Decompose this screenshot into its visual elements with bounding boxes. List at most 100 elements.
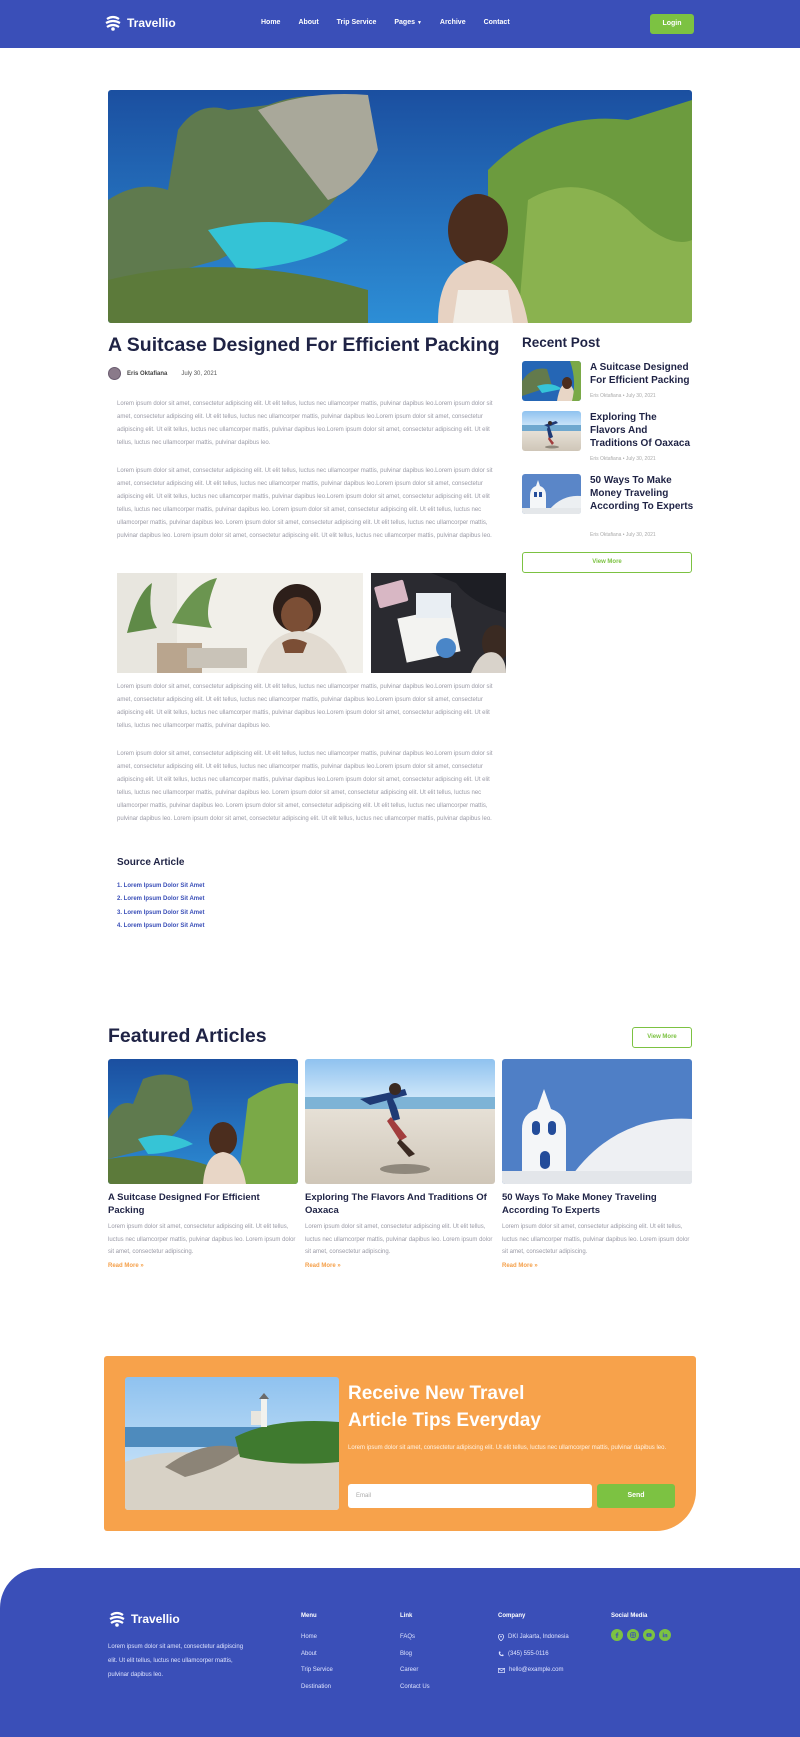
office-photo-woman xyxy=(117,573,363,673)
source-link-4[interactable]: 4. Lorem Ipsum Dolor Sit Amet xyxy=(117,920,204,933)
phone-icon xyxy=(498,1651,504,1656)
article-meta: Eris Oktafiana July 30, 2021 xyxy=(108,367,217,380)
source-link-2[interactable]: 2. Lorem Ipsum Dolor Sit Amet xyxy=(117,893,204,906)
facebook-icon[interactable] xyxy=(611,1629,623,1641)
footer-brand-name: Travellio xyxy=(131,1612,180,1626)
newsletter-email-input[interactable]: Email xyxy=(348,1484,592,1508)
location-pin-icon xyxy=(498,1633,504,1641)
article-paragraph-3: Lorem ipsum dolor sit amet, consectetur … xyxy=(117,684,493,729)
footer-link[interactable]: Career xyxy=(400,1662,430,1679)
featured-view-more-button[interactable]: View More xyxy=(632,1027,692,1048)
featured-card[interactable]: A Suitcase Designed For Efficient Packin… xyxy=(108,1059,298,1269)
nav-pages-label: Pages xyxy=(394,19,415,26)
featured-card-text: Lorem ipsum dolor sit amet, consectetur … xyxy=(108,1224,296,1255)
featured-card-text: Lorem ipsum dolor sit amet, consectetur … xyxy=(305,1224,493,1255)
recent-post-thumbnail[interactable] xyxy=(522,411,581,451)
office-photo-documents xyxy=(371,573,506,673)
newsletter-image xyxy=(125,1377,339,1510)
footer-email[interactable]: hello@example.com xyxy=(498,1662,569,1679)
hero-image xyxy=(108,90,692,323)
recent-post-title[interactable]: A Suitcase Designed For Efficient Packin… xyxy=(590,361,694,387)
nav-home[interactable]: Home xyxy=(261,19,280,26)
recent-post-thumbnail[interactable] xyxy=(522,474,581,514)
footer-link-column: Link FAQs Blog Career Contact Us xyxy=(400,1613,430,1695)
recent-post-meta: Eris Oktafiana • July 30, 2021 xyxy=(590,532,656,538)
nav-archive[interactable]: Archive xyxy=(440,19,466,26)
footer-menu-link[interactable]: Destination xyxy=(301,1679,333,1696)
footer-phone[interactable]: (345) 555-0116 xyxy=(498,1646,569,1663)
linkedin-icon[interactable] xyxy=(659,1629,671,1641)
brand-logo[interactable]: Travellio xyxy=(104,14,176,32)
nav-about[interactable]: About xyxy=(298,19,318,26)
featured-card-image[interactable] xyxy=(108,1059,298,1184)
recent-post-item[interactable]: 50 Ways To Make Money Traveling Accordin… xyxy=(522,474,694,544)
footer-address-text: DKI Jakarta, Indonesia xyxy=(508,1634,569,1640)
recent-post-meta: Eris Oktafiana • July 30, 2021 xyxy=(590,393,656,399)
sidebar-view-more-button[interactable]: View More xyxy=(522,552,692,573)
featured-card-text: Lorem ipsum dolor sit amet, consectetur … xyxy=(502,1224,690,1255)
recent-post-heading: Recent Post xyxy=(522,335,601,350)
read-more-link[interactable]: Read More » xyxy=(502,1263,692,1269)
article-paragraph-1: Lorem ipsum dolor sit amet, consectetur … xyxy=(117,401,493,446)
brand-name: Travellio xyxy=(127,16,176,30)
newsletter-text: Lorem ipsum dolor sit amet, consectetur … xyxy=(348,1445,667,1451)
nav-trip-service[interactable]: Trip Service xyxy=(337,19,377,26)
footer-email-text: hello@example.com xyxy=(509,1667,564,1673)
recent-post-meta: Eris Oktafiana • July 30, 2021 xyxy=(590,456,656,462)
youtube-icon[interactable] xyxy=(643,1629,655,1641)
source-article-heading: Source Article xyxy=(117,857,185,868)
newsletter-title-line-1: Receive New Travel xyxy=(348,1383,525,1404)
nav-pages[interactable]: Pages ▼ xyxy=(394,19,422,26)
login-button[interactable]: Login xyxy=(650,14,694,34)
featured-articles-heading: Featured Articles xyxy=(108,1025,267,1047)
article-paragraph-4: Lorem ipsum dolor sit amet, consectetur … xyxy=(117,751,493,822)
footer-company-heading: Company xyxy=(498,1613,526,1619)
newsletter-send-button[interactable]: Send xyxy=(597,1484,675,1508)
article-author[interactable]: Eris Oktafiana xyxy=(127,371,167,377)
newsletter-title-line-2: Article Tips Everyday xyxy=(348,1410,541,1431)
featured-card[interactable]: Exploring The Flavors And Traditions Of … xyxy=(305,1059,495,1269)
nav-contact[interactable]: Contact xyxy=(484,19,510,26)
source-link-3[interactable]: 3. Lorem Ipsum Dolor Sit Amet xyxy=(117,907,204,920)
site-footer: Travellio Lorem ipsum dolor sit amet, co… xyxy=(0,1568,800,1737)
footer-link[interactable]: FAQs xyxy=(400,1629,430,1646)
footer-link[interactable]: Contact Us xyxy=(400,1679,430,1696)
recent-post-title[interactable]: 50 Ways To Make Money Traveling Accordin… xyxy=(590,474,694,513)
mail-icon xyxy=(498,1667,505,1673)
recent-post-item[interactable]: Exploring The Flavors And Traditions Of … xyxy=(522,411,692,471)
footer-menu-heading: Menu xyxy=(301,1613,317,1619)
article-date: July 30, 2021 xyxy=(181,370,218,377)
footer-address: DKI Jakarta, Indonesia xyxy=(498,1629,569,1646)
source-article-list: 1. Lorem Ipsum Dolor Sit Amet 2. Lorem I… xyxy=(117,880,204,933)
footer-about-text: Lorem ipsum dolor sit amet, consectetur … xyxy=(108,1644,244,1678)
globe-logo-icon xyxy=(109,1611,125,1627)
featured-card[interactable]: 50 Ways To Make Money Traveling Accordin… xyxy=(502,1059,692,1269)
footer-company-column: Company DKI Jakarta, Indonesia (345) 555… xyxy=(498,1613,569,1679)
site-header: Travellio Home About Trip Service Pages … xyxy=(0,0,800,48)
footer-social-heading: Social Media xyxy=(611,1613,648,1619)
featured-card-image[interactable] xyxy=(305,1059,495,1184)
footer-brand-logo[interactable]: Travellio xyxy=(108,1610,180,1628)
read-more-link[interactable]: Read More » xyxy=(108,1263,298,1269)
footer-link[interactable]: Blog xyxy=(400,1646,430,1663)
featured-card-title[interactable]: A Suitcase Designed For Efficient Packin… xyxy=(108,1192,298,1217)
footer-phone-text: (345) 555-0116 xyxy=(508,1650,549,1657)
social-icons xyxy=(611,1629,671,1641)
recent-post-thumbnail[interactable] xyxy=(522,361,581,401)
footer-social-column: Social Media xyxy=(611,1613,671,1641)
read-more-link[interactable]: Read More » xyxy=(305,1263,495,1269)
featured-card-title[interactable]: 50 Ways To Make Money Traveling Accordin… xyxy=(502,1192,692,1217)
featured-card-title[interactable]: Exploring The Flavors And Traditions Of … xyxy=(305,1192,495,1217)
footer-menu-link[interactable]: About xyxy=(301,1646,333,1663)
article-title: A Suitcase Designed For Efficient Packin… xyxy=(108,334,500,356)
recent-post-title[interactable]: Exploring The Flavors And Traditions Of … xyxy=(590,411,694,450)
featured-card-image[interactable] xyxy=(502,1059,692,1184)
footer-menu-link[interactable]: Home xyxy=(301,1629,333,1646)
footer-menu-link[interactable]: Trip Service xyxy=(301,1662,333,1679)
chevron-down-icon: ▼ xyxy=(416,20,422,26)
globe-logo-icon xyxy=(105,15,121,31)
instagram-icon[interactable] xyxy=(627,1629,639,1641)
recent-post-item[interactable]: A Suitcase Designed For Efficient Packin… xyxy=(522,361,692,406)
main-nav: Home About Trip Service Pages ▼ Archive … xyxy=(261,19,528,26)
source-link-1[interactable]: 1. Lorem Ipsum Dolor Sit Amet xyxy=(117,880,204,893)
